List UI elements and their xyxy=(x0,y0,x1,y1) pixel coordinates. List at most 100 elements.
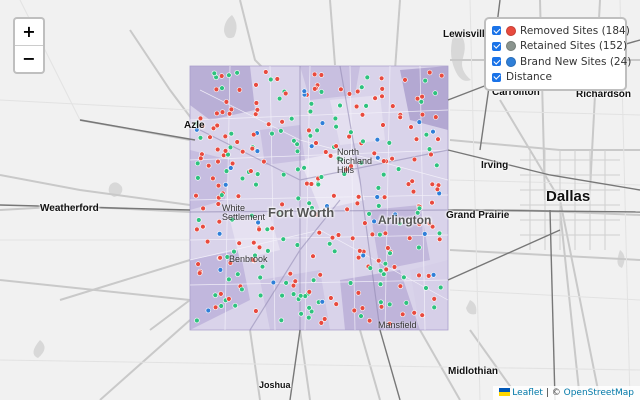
site-marker[interactable] xyxy=(389,156,395,162)
site-marker[interactable] xyxy=(395,166,402,172)
site-marker[interactable] xyxy=(279,292,285,299)
site-marker[interactable] xyxy=(436,230,443,237)
site-marker[interactable] xyxy=(223,99,230,105)
site-marker[interactable] xyxy=(232,303,238,309)
site-marker[interactable] xyxy=(215,201,222,207)
site-marker[interactable] xyxy=(274,76,280,82)
site-marker[interactable] xyxy=(219,73,225,79)
site-marker[interactable] xyxy=(257,292,264,299)
site-marker[interactable] xyxy=(374,137,381,143)
site-marker[interactable] xyxy=(387,301,393,308)
site-marker[interactable] xyxy=(397,283,404,289)
site-marker[interactable] xyxy=(308,181,315,187)
site-marker[interactable] xyxy=(380,122,386,128)
site-marker[interactable] xyxy=(411,156,418,163)
site-marker[interactable] xyxy=(366,318,373,324)
site-marker[interactable] xyxy=(212,292,219,298)
site-marker[interactable] xyxy=(317,272,323,278)
layer-toggle-retained-sites[interactable]: Retained Sites (152) xyxy=(492,39,627,55)
site-marker[interactable] xyxy=(226,276,232,283)
site-marker[interactable] xyxy=(295,166,301,173)
site-marker[interactable] xyxy=(387,250,393,256)
site-marker[interactable] xyxy=(426,273,432,279)
site-marker[interactable] xyxy=(359,112,366,118)
site-marker[interactable] xyxy=(375,185,382,191)
site-marker[interactable] xyxy=(306,314,312,321)
site-marker[interactable] xyxy=(216,219,223,225)
site-marker[interactable] xyxy=(355,88,361,95)
site-marker[interactable] xyxy=(403,300,409,306)
site-marker[interactable] xyxy=(263,69,269,75)
site-marker[interactable] xyxy=(367,265,373,271)
site-marker[interactable] xyxy=(270,279,277,286)
site-marker[interactable] xyxy=(362,220,368,226)
site-marker[interactable] xyxy=(318,89,325,95)
site-marker[interactable] xyxy=(291,138,297,144)
site-marker[interactable] xyxy=(409,178,415,184)
site-marker[interactable] xyxy=(226,111,233,117)
site-marker[interactable] xyxy=(383,266,389,273)
site-marker[interactable] xyxy=(204,238,211,245)
site-marker[interactable] xyxy=(259,264,266,270)
site-marker[interactable] xyxy=(310,253,316,259)
site-marker[interactable] xyxy=(253,308,259,314)
site-marker[interactable] xyxy=(294,242,301,248)
site-marker[interactable] xyxy=(377,231,383,238)
checkbox-brand-new-sites[interactable] xyxy=(492,57,501,67)
site-marker[interactable] xyxy=(217,267,224,273)
site-marker[interactable] xyxy=(319,299,325,305)
site-marker[interactable] xyxy=(302,293,308,299)
site-marker[interactable] xyxy=(240,149,246,155)
site-marker[interactable] xyxy=(337,102,343,109)
site-marker[interactable] xyxy=(354,200,361,207)
site-marker[interactable] xyxy=(197,135,204,141)
site-marker[interactable] xyxy=(430,129,436,135)
site-marker[interactable] xyxy=(359,305,366,311)
site-marker[interactable] xyxy=(234,139,240,145)
site-marker[interactable] xyxy=(198,155,204,162)
site-marker[interactable] xyxy=(377,281,384,287)
site-marker[interactable] xyxy=(253,181,259,188)
site-marker[interactable] xyxy=(416,205,423,212)
site-marker[interactable] xyxy=(434,186,441,193)
site-marker[interactable] xyxy=(307,108,314,115)
site-marker[interactable] xyxy=(350,235,356,242)
site-marker[interactable] xyxy=(228,165,234,171)
site-marker[interactable] xyxy=(195,175,201,181)
site-marker[interactable] xyxy=(200,205,206,212)
site-marker[interactable] xyxy=(278,128,284,134)
site-marker[interactable] xyxy=(382,230,389,237)
site-marker[interactable] xyxy=(402,77,408,83)
site-marker[interactable] xyxy=(431,296,437,302)
site-marker[interactable] xyxy=(308,101,315,107)
layer-toggle-brand-new-sites[interactable]: Brand New Sites (24) xyxy=(492,54,631,70)
site-marker[interactable] xyxy=(407,235,413,241)
site-marker[interactable] xyxy=(318,174,325,180)
site-marker[interactable] xyxy=(423,285,429,291)
site-marker[interactable] xyxy=(254,107,261,113)
site-marker[interactable] xyxy=(295,195,301,202)
site-marker[interactable] xyxy=(432,90,438,96)
site-marker[interactable] xyxy=(298,293,304,299)
site-marker[interactable] xyxy=(355,254,362,261)
site-marker[interactable] xyxy=(327,153,334,159)
site-marker[interactable] xyxy=(410,188,417,195)
site-marker[interactable] xyxy=(217,255,223,261)
site-marker[interactable] xyxy=(381,271,387,277)
site-marker[interactable] xyxy=(376,203,382,209)
site-marker[interactable] xyxy=(206,163,212,169)
site-marker[interactable] xyxy=(228,131,235,137)
map-viewport[interactable]: Lewisville Carrollton Richardson Irving … xyxy=(0,0,640,400)
site-marker[interactable] xyxy=(328,295,334,301)
site-marker[interactable] xyxy=(431,304,437,311)
site-marker[interactable] xyxy=(257,274,263,281)
site-marker[interactable] xyxy=(236,87,243,93)
site-marker[interactable] xyxy=(265,248,271,254)
site-marker[interactable] xyxy=(211,70,218,77)
site-marker[interactable] xyxy=(419,111,426,118)
layer-toggle-removed-sites[interactable]: Removed Sites (184) xyxy=(492,23,630,39)
site-marker[interactable] xyxy=(236,240,242,246)
site-marker[interactable] xyxy=(314,127,320,134)
site-marker[interactable] xyxy=(298,311,304,317)
site-marker[interactable] xyxy=(437,236,443,243)
